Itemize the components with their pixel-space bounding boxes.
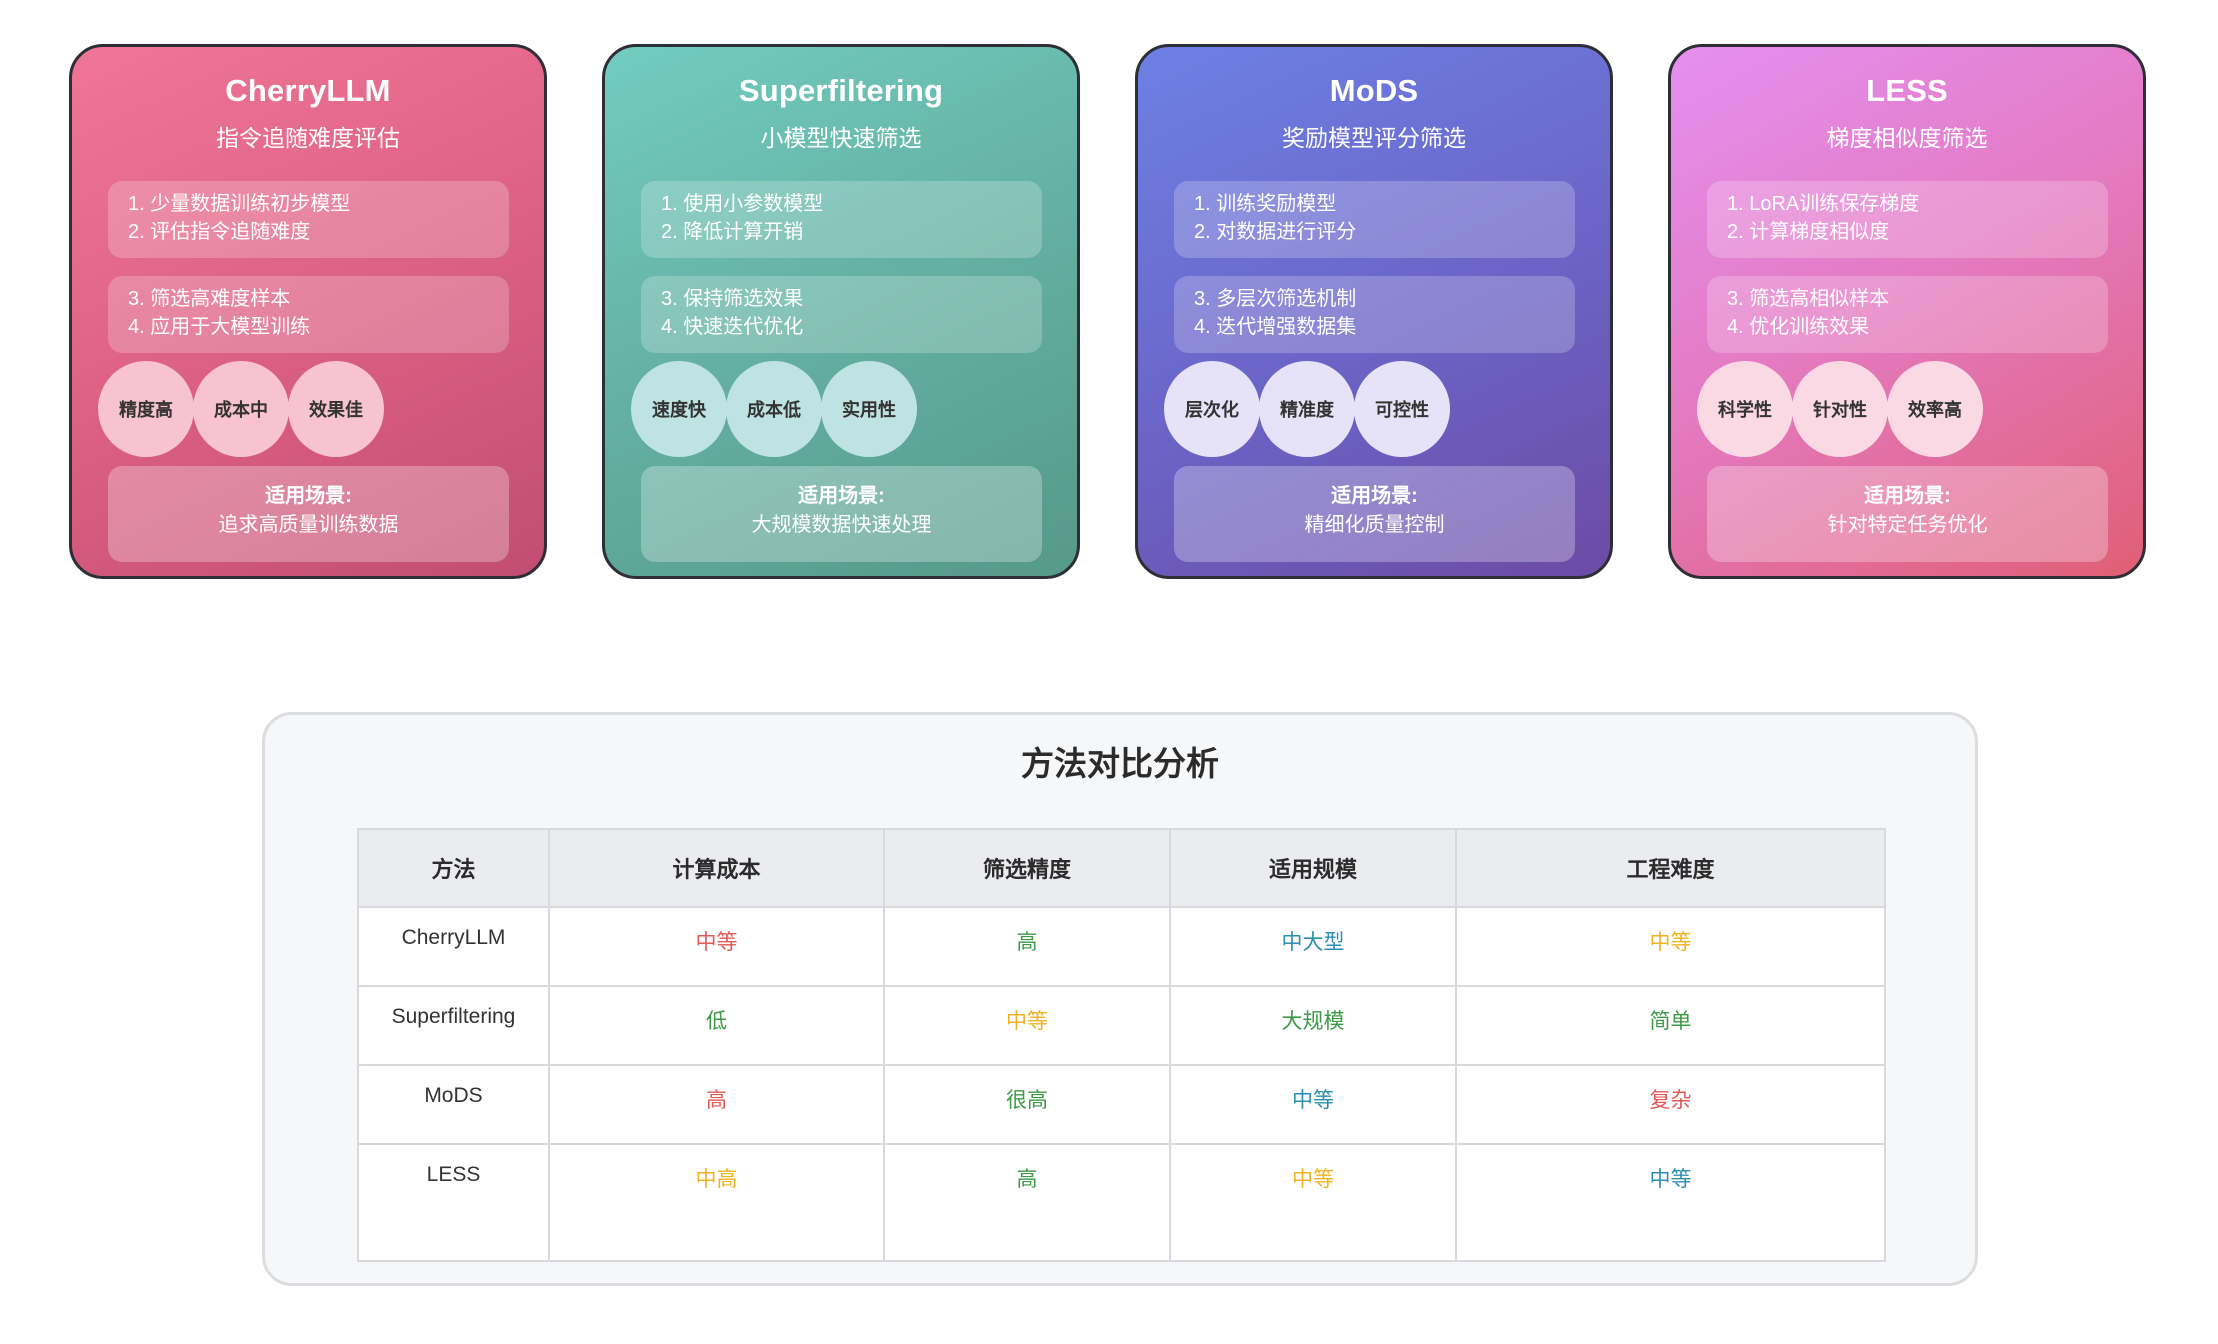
step-box: 3. 保持筛选效果 4. 快速迭代优化 bbox=[641, 276, 1042, 353]
cell-value: 大规模 bbox=[1169, 985, 1457, 1066]
scenario-box: 适用场景: 追求高质量训练数据 bbox=[108, 466, 509, 562]
feature-tag: 层次化 bbox=[1164, 361, 1260, 457]
cell-value: 中大型 bbox=[1169, 906, 1457, 987]
card-subtitle: 奖励模型评分筛选 bbox=[1282, 125, 1466, 151]
step-item: 2. 降低计算开销 bbox=[661, 221, 804, 243]
table-header-row: 方法 计算成本 筛选精度 适用规模 工程难度 bbox=[357, 828, 1886, 908]
step-item: 2. 对数据进行评分 bbox=[1194, 221, 1357, 243]
cell-method: CherryLLM bbox=[357, 906, 550, 987]
step-box: 3. 筛选高相似样本 4. 优化训练效果 bbox=[1707, 276, 2108, 353]
feature-tag: 速度快 bbox=[631, 361, 727, 457]
step-item: 1. 训练奖励模型 bbox=[1194, 193, 1337, 215]
comparison-table: 方法 计算成本 筛选精度 适用规模 工程难度 CherryLLM 中等 高 中大… bbox=[357, 828, 1886, 1262]
step-box: 3. 多层次筛选机制 4. 迭代增强数据集 bbox=[1174, 276, 1575, 353]
cell-value: 高 bbox=[883, 1143, 1171, 1262]
scenario-box: 适用场景: 针对特定任务优化 bbox=[1707, 466, 2108, 562]
method-card-cherryllm: CherryLLM 指令追随难度评估 1. 少量数据训练初步模型 2. 评估指令… bbox=[69, 44, 547, 579]
header-engineering-difficulty: 工程难度 bbox=[1455, 828, 1886, 908]
cell-value: 中等 bbox=[1169, 1064, 1457, 1145]
table-row: MoDS 高 很高 中等 复杂 bbox=[357, 1064, 1886, 1145]
scenario-label: 适用场景: bbox=[265, 485, 352, 507]
card-subtitle: 小模型快速筛选 bbox=[760, 125, 922, 151]
header-method: 方法 bbox=[357, 828, 550, 908]
feature-tag: 效果佳 bbox=[288, 361, 384, 457]
step-box: 1. 训练奖励模型 2. 对数据进行评分 bbox=[1174, 181, 1575, 258]
table-row: Superfiltering 低 中等 大规模 简单 bbox=[357, 985, 1886, 1066]
cell-value: 中高 bbox=[548, 1143, 885, 1262]
feature-tag: 可控性 bbox=[1354, 361, 1450, 457]
step-item: 4. 应用于大模型训练 bbox=[128, 316, 311, 338]
cell-method: MoDS bbox=[357, 1064, 550, 1145]
step-item: 3. 筛选高相似样本 bbox=[1727, 288, 1890, 310]
step-item: 1. 少量数据训练初步模型 bbox=[128, 193, 351, 215]
header-compute-cost: 计算成本 bbox=[548, 828, 885, 908]
scenario-box: 适用场景: 精细化质量控制 bbox=[1174, 466, 1575, 562]
card-subtitle: 指令追随难度评估 bbox=[216, 125, 400, 151]
method-card-mods: MoDS 奖励模型评分筛选 1. 训练奖励模型 2. 对数据进行评分 3. 多层… bbox=[1135, 44, 1613, 579]
feature-tag: 针对性 bbox=[1792, 361, 1888, 457]
scenario-label: 适用场景: bbox=[798, 485, 885, 507]
cell-value: 很高 bbox=[883, 1064, 1171, 1145]
cell-value: 高 bbox=[548, 1064, 885, 1145]
card-subtitle: 梯度相似度筛选 bbox=[1826, 125, 1988, 151]
method-card-less: LESS 梯度相似度筛选 1. LoRA训练保存梯度 2. 计算梯度相似度 3.… bbox=[1668, 44, 2146, 579]
scenario-box: 适用场景: 大规模数据快速处理 bbox=[641, 466, 1042, 562]
card-title: Superfiltering bbox=[738, 73, 944, 108]
cell-value: 简单 bbox=[1455, 985, 1886, 1066]
cell-value: 低 bbox=[548, 985, 885, 1066]
card-title: MoDS bbox=[1329, 73, 1419, 108]
feature-tag: 效率高 bbox=[1887, 361, 1983, 457]
step-item: 3. 保持筛选效果 bbox=[661, 288, 804, 310]
cell-value: 复杂 bbox=[1455, 1064, 1886, 1145]
feature-tag: 成本中 bbox=[193, 361, 289, 457]
step-item: 4. 优化训练效果 bbox=[1727, 316, 1870, 338]
scenario-value: 针对特定任务优化 bbox=[1827, 514, 1988, 536]
step-box: 1. 少量数据训练初步模型 2. 评估指令追随难度 bbox=[108, 181, 509, 258]
scenario-label: 适用场景: bbox=[1864, 485, 1951, 507]
scenario-value: 大规模数据快速处理 bbox=[751, 514, 932, 536]
step-box: 3. 筛选高难度样本 4. 应用于大模型训练 bbox=[108, 276, 509, 353]
scenario-label: 适用场景: bbox=[1331, 485, 1418, 507]
cell-value: 中等 bbox=[1169, 1143, 1457, 1262]
feature-tag: 实用性 bbox=[821, 361, 917, 457]
method-card-superfiltering: Superfiltering 小模型快速筛选 1. 使用小参数模型 2. 降低计… bbox=[602, 44, 1080, 579]
step-box: 1. 使用小参数模型 2. 降低计算开销 bbox=[641, 181, 1042, 258]
feature-tag: 科学性 bbox=[1697, 361, 1793, 457]
step-item: 1. 使用小参数模型 bbox=[661, 193, 824, 215]
cell-method: LESS bbox=[357, 1143, 550, 1262]
feature-tag: 成本低 bbox=[726, 361, 822, 457]
feature-tag: 精度高 bbox=[98, 361, 194, 457]
table-row: LESS 中高 高 中等 中等 bbox=[357, 1143, 1886, 1262]
card-title: CherryLLM bbox=[225, 73, 391, 108]
step-item: 1. LoRA训练保存梯度 bbox=[1727, 193, 1920, 215]
cell-value: 中等 bbox=[1455, 906, 1886, 987]
step-item: 3. 多层次筛选机制 bbox=[1194, 288, 1357, 310]
feature-tag: 精准度 bbox=[1259, 361, 1355, 457]
header-filter-precision: 筛选精度 bbox=[883, 828, 1171, 908]
step-item: 3. 筛选高难度样本 bbox=[128, 288, 291, 310]
step-box: 1. LoRA训练保存梯度 2. 计算梯度相似度 bbox=[1707, 181, 2108, 258]
cell-value: 中等 bbox=[1455, 1143, 1886, 1262]
cell-value: 中等 bbox=[548, 906, 885, 987]
cell-value: 中等 bbox=[883, 985, 1171, 1066]
scenario-value: 精细化质量控制 bbox=[1304, 514, 1445, 536]
scenario-value: 追求高质量训练数据 bbox=[218, 514, 399, 536]
card-title: LESS bbox=[1866, 73, 1948, 108]
cell-method: Superfiltering bbox=[357, 985, 550, 1066]
comparison-panel: 方法对比分析 方法 计算成本 筛选精度 适用规模 工程难度 CherryLLM … bbox=[262, 712, 1978, 1286]
cell-value: 高 bbox=[883, 906, 1171, 987]
step-item: 2. 评估指令追随难度 bbox=[128, 221, 311, 243]
header-scale: 适用规模 bbox=[1169, 828, 1457, 908]
step-item: 4. 迭代增强数据集 bbox=[1194, 316, 1357, 338]
table-row: CherryLLM 中等 高 中大型 中等 bbox=[357, 906, 1886, 987]
step-item: 4. 快速迭代优化 bbox=[661, 316, 804, 338]
step-item: 2. 计算梯度相似度 bbox=[1727, 221, 1890, 243]
comparison-title: 方法对比分析 bbox=[1021, 745, 1219, 782]
